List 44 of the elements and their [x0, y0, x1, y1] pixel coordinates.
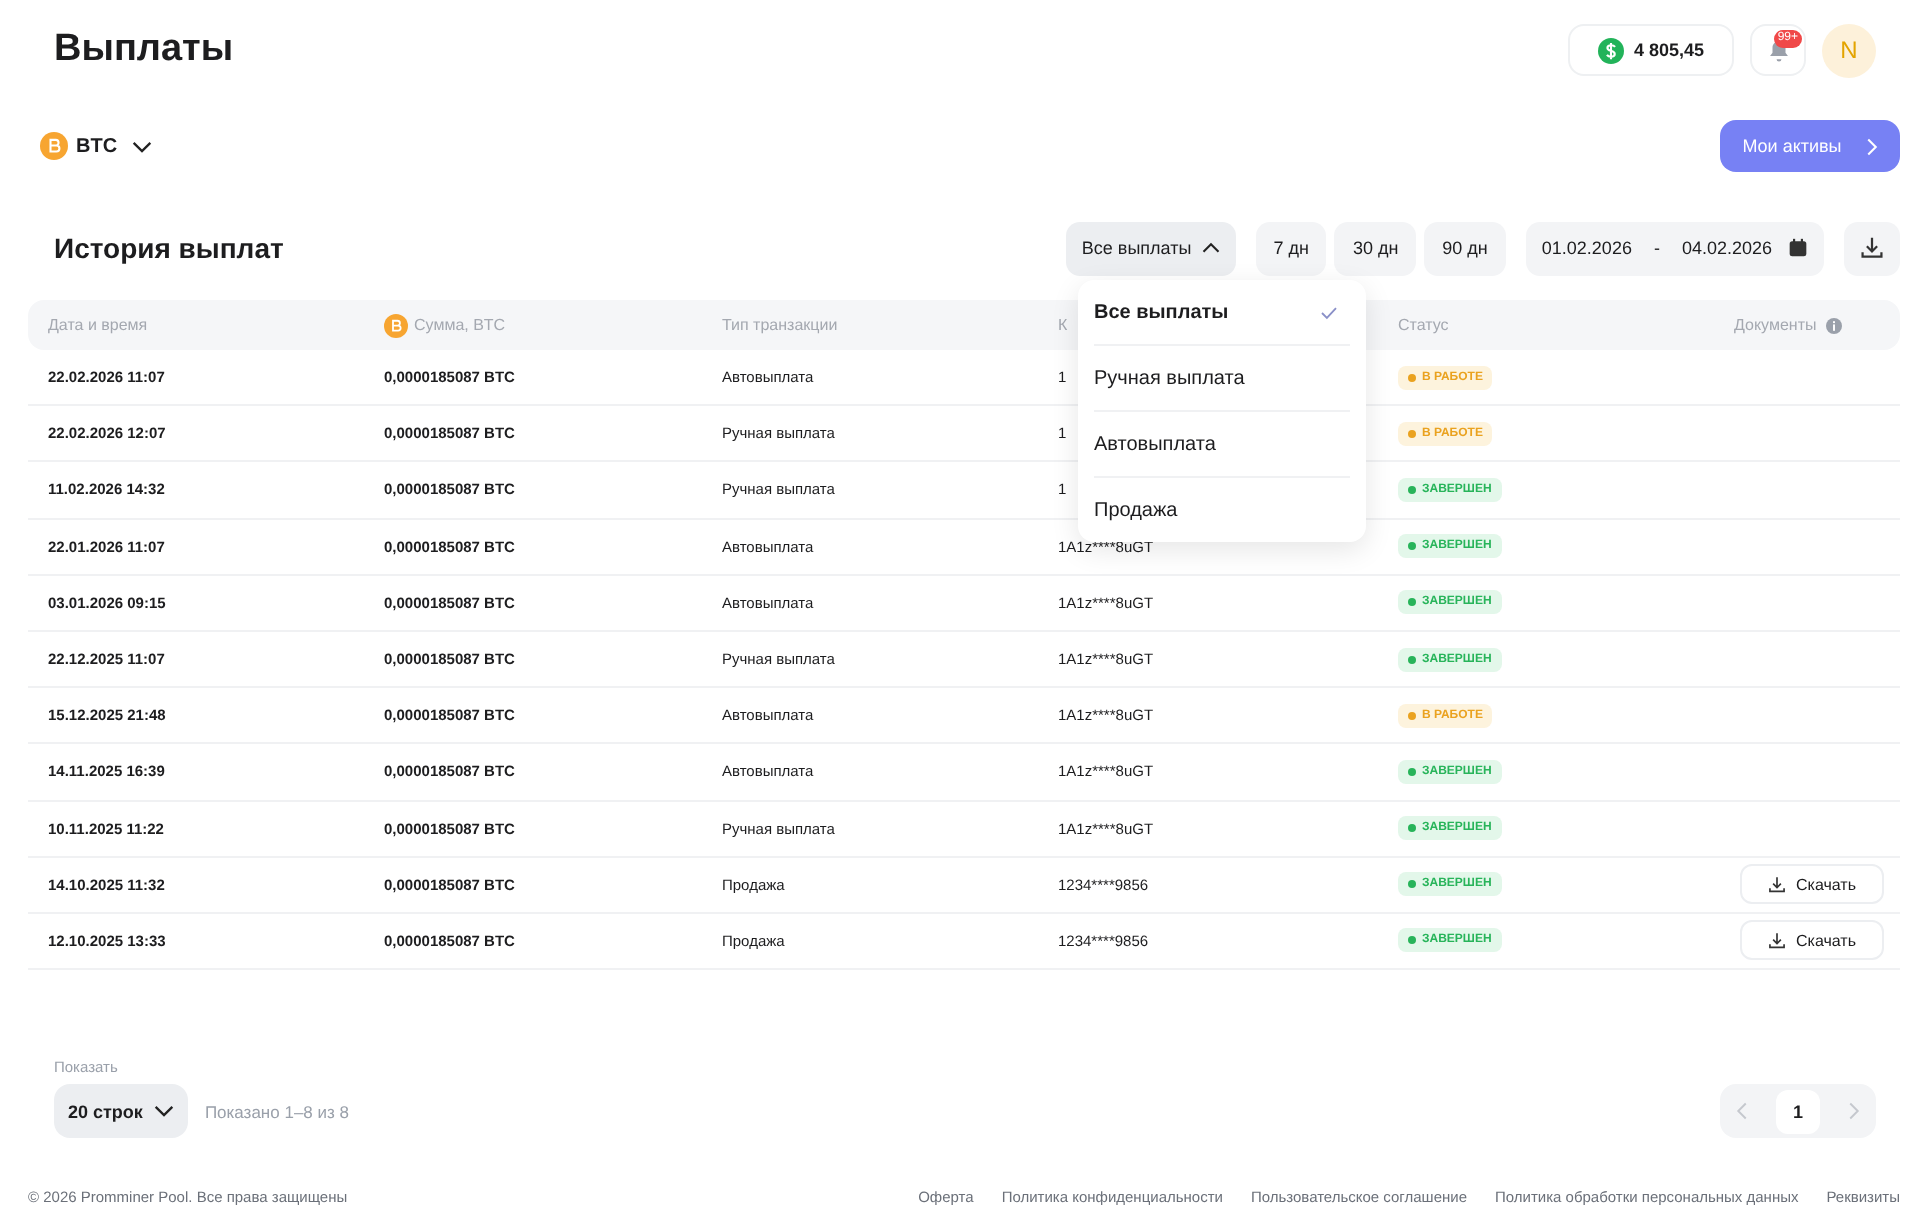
download-icon — [1768, 875, 1786, 894]
download-icon — [1860, 236, 1884, 260]
dollar-coin-icon — [1597, 37, 1624, 63]
page-button[interactable]: 1 — [1776, 1089, 1820, 1134]
chevron-down-icon — [131, 139, 152, 153]
menu-option[interactable]: Ручная выплата — [1094, 346, 1350, 412]
balance-chip[interactable]: 4 805,45 — [1567, 24, 1734, 76]
shown-count: Показано 1–8 из 8 — [204, 1101, 349, 1122]
menu-option[interactable]: Все выплаты — [1094, 280, 1350, 346]
page-size-select[interactable]: 20 строк — [54, 1084, 189, 1139]
download-icon — [1768, 931, 1786, 950]
chevron-left-icon[interactable] — [1736, 1102, 1748, 1121]
payout-filter-dropdown[interactable]: Все выплаты — [1065, 221, 1236, 275]
chevron-right-icon — [1865, 137, 1878, 155]
menu-option[interactable]: Автовыплата — [1094, 412, 1350, 478]
chevron-right-icon[interactable] — [1848, 1102, 1860, 1121]
page-title: Выплаты — [54, 28, 234, 72]
period-button[interactable]: 7 дн — [1255, 221, 1327, 275]
column-header: К — [1058, 316, 1068, 334]
date-to: 04.02.2026 — [1681, 238, 1772, 258]
column-header: Сумма, BTC — [414, 316, 506, 334]
date-from: 01.02.2026 — [1541, 238, 1632, 258]
period-button[interactable]: 90 дн — [1424, 221, 1506, 275]
download-button[interactable]: Скачать — [1740, 920, 1884, 961]
bitcoin-icon — [40, 132, 68, 160]
check-icon — [1320, 305, 1338, 319]
bitcoin-icon — [384, 313, 408, 337]
column-header: Документы — [1734, 316, 1817, 334]
menu-option[interactable]: Продажа — [1094, 478, 1350, 542]
export-button[interactable] — [1844, 221, 1900, 275]
period-button[interactable]: 30 дн — [1334, 221, 1417, 275]
calendar-icon — [1788, 238, 1808, 258]
column-header: Статус — [1398, 316, 1449, 334]
date-range-field[interactable]: 01.02.2026 - 04.02.2026 — [1525, 221, 1824, 275]
currency-selector[interactable]: BTC — [40, 132, 152, 160]
chevron-down-icon — [154, 1104, 175, 1119]
info-icon — [1826, 317, 1843, 333]
download-button[interactable]: Скачать — [1740, 864, 1884, 905]
column-header: Дата и время — [48, 316, 148, 334]
chevron-up-icon — [1201, 242, 1220, 254]
column-header: Тип транзакции — [722, 316, 838, 334]
section-title: История выплат — [54, 232, 284, 264]
date-separator: - — [1653, 238, 1660, 258]
balance-amount: 4 805,45 — [1633, 40, 1704, 60]
